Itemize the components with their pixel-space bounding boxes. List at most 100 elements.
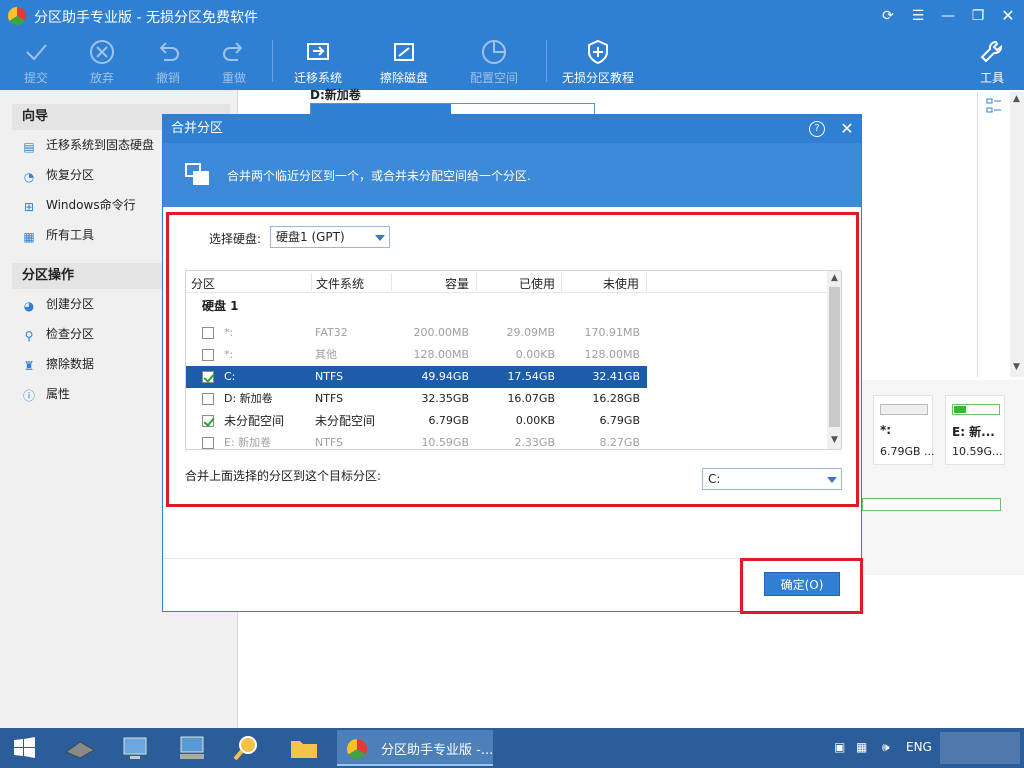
partition-card-unallocated[interactable]: *: 6.79GB ... (873, 395, 935, 465)
create-icon: ◕ (23, 299, 35, 313)
cell-filesystem: NTFS (315, 370, 344, 383)
volume-icon[interactable]: 🕪 (882, 740, 890, 755)
row-checkbox[interactable] (202, 415, 214, 427)
sidebar-item-windows-cmd[interactable]: ⊞ Windows命令行 (22, 194, 136, 216)
action-center-icon[interactable]: ▣ (834, 740, 845, 754)
partition-card-e[interactable]: E: 新... 10.59G... (945, 395, 1005, 465)
migrate-os-button[interactable]: 迁移系统 (284, 32, 352, 90)
sidebar-item-label: 创建分区 (46, 297, 95, 311)
sidebar-item-wipe[interactable]: ♜ 擦除数据 (22, 353, 94, 375)
discard-button[interactable]: 放弃 (76, 32, 128, 90)
start-windows-icon[interactable] (4, 732, 44, 764)
cell-filesystem: NTFS (315, 436, 344, 449)
row-checkbox[interactable] (202, 349, 214, 361)
scroll-down-icon[interactable]: ▼ (827, 433, 841, 447)
main-scrollbar[interactable]: ▲ ▼ (1010, 92, 1024, 377)
col-used[interactable]: 已使用 (519, 275, 555, 292)
sidebar-item-create[interactable]: ◕ 创建分区 (22, 293, 94, 315)
table-row[interactable]: E: 新加卷 NTFS 10.59GB 2.33GB 8.27GB (186, 432, 826, 449)
disk-group-row: 硬盘 1 (186, 295, 826, 317)
redo-button[interactable]: 重做 (208, 32, 260, 90)
row-checkbox[interactable] (202, 327, 214, 339)
clock-area[interactable] (940, 732, 1020, 764)
cell-filesystem: 未分配空间 (315, 414, 376, 428)
sidebar-item-label: 检查分区 (46, 327, 95, 341)
table-scrollbar[interactable]: ▲ ▼ (827, 271, 841, 449)
list-view-icon[interactable] (986, 98, 1002, 114)
folder-icon[interactable] (284, 732, 324, 764)
wipe-disk-button[interactable]: 擦除磁盘 (370, 32, 438, 90)
col-partition[interactable]: 分区 (191, 275, 215, 292)
tutorial-button[interactable]: 无损分区教程 (556, 32, 640, 90)
table-header: 分区 文件系统 容量 已使用 未使用 (186, 271, 826, 293)
sidebar-item-all-tools[interactable]: ▦ 所有工具 (22, 224, 94, 246)
table-row[interactable]: 未分配空间 未分配空间 6.79GB 0.00KB 6.79GB (186, 410, 826, 432)
ok-button[interactable]: 确定(O) (764, 572, 840, 596)
partition-card-size: 6.79GB ... (880, 445, 935, 458)
cell-used: 0.00KB (515, 348, 555, 361)
target-partition-dropdown[interactable]: C: (702, 468, 842, 490)
maximize-icon[interactable]: ❐ (968, 6, 988, 26)
table-row[interactable]: D: 新加卷 NTFS 32.35GB 16.07GB 16.28GB (186, 388, 826, 410)
sidebar-item-properties[interactable]: ⓘ 属性 (22, 383, 70, 405)
cell-used: 2.33GB (514, 436, 555, 449)
scroll-up-icon[interactable]: ▲ (1013, 94, 1020, 104)
taskbar-active-app[interactable]: 分区助手专业版 -... (337, 730, 493, 766)
col-capacity[interactable]: 容量 (445, 275, 469, 292)
tools-button[interactable]: 工具 (970, 32, 1014, 90)
cell-free: 6.79GB (599, 414, 640, 427)
row-checkbox[interactable] (202, 437, 214, 449)
help-icon[interactable]: ? (809, 121, 825, 137)
cell-used: 0.00KB (515, 414, 555, 427)
scroll-up-icon[interactable]: ▲ (827, 271, 841, 285)
refresh-icon[interactable]: ⟳ (878, 6, 898, 26)
close-icon[interactable]: ✕ (998, 6, 1018, 26)
tools-icon: ▦ (23, 230, 35, 244)
scroll-down-icon[interactable]: ▼ (1013, 362, 1020, 372)
row-checkbox[interactable] (202, 393, 214, 405)
cell-free: 170.91MB (584, 326, 640, 339)
sidebar-item-migrate-ssd[interactable]: ▤ 迁移系统到固态硬盘 (22, 134, 154, 156)
cell-partition: *: (224, 326, 234, 339)
network-computer-icon[interactable] (116, 732, 156, 764)
commit-button[interactable]: 提交 (10, 32, 62, 90)
minimize-icon[interactable]: — (938, 6, 958, 26)
col-free[interactable]: 未使用 (603, 275, 639, 292)
sidebar-item-recover[interactable]: ◔ 恢复分区 (22, 164, 94, 186)
redo-label: 重做 (221, 71, 246, 85)
table-row[interactable]: *: 其他 128.00MB 0.00KB 128.00MB (186, 344, 826, 366)
cell-capacity: 49.94GB (421, 370, 469, 383)
cell-partition: D: 新加卷 (224, 392, 273, 405)
table-row-selected[interactable]: C: NTFS 49.94GB 17.54GB 32.41GB (186, 366, 647, 388)
discard-label: 放弃 (89, 71, 114, 85)
select-disk-value: 硬盘1 (GPT) (276, 230, 345, 244)
dialog-close-icon[interactable]: ✕ (837, 118, 857, 140)
disk2-bar[interactable] (862, 498, 1001, 511)
table-row[interactable]: *: FAT32 200.00MB 29.09MB 170.91MB (186, 322, 826, 344)
merge-partition-dialog: 合并分区 ? ✕ 合并两个临近分区到一个，或合并未分配空间给一个分区. 选择硬盘… (162, 114, 863, 614)
cell-partition: E: 新加卷 (224, 436, 272, 449)
undo-label: 撤销 (155, 71, 180, 85)
desktop-pc-icon[interactable] (172, 732, 212, 764)
select-disk-dropdown[interactable]: 硬盘1 (GPT) (270, 226, 390, 248)
col-filesystem[interactable]: 文件系统 (316, 275, 364, 292)
undo-button[interactable]: 撤销 (142, 32, 194, 90)
pie-chart-icon (482, 40, 506, 64)
migrate-label: 迁移系统 (293, 71, 342, 85)
row-checkbox[interactable] (202, 371, 214, 383)
sidebar-item-check[interactable]: ⚲ 检查分区 (22, 323, 94, 345)
select-disk-label: 选择硬盘: (209, 232, 262, 246)
menu-icon[interactable]: ☰ (908, 6, 928, 26)
cell-free: 128.00MB (584, 348, 640, 361)
display-icon[interactable]: ▦ (856, 740, 867, 754)
wipe-disk-icon (394, 43, 414, 61)
allocate-space-button[interactable]: 配置空间 (460, 32, 528, 90)
language-indicator[interactable]: ENG (906, 740, 932, 754)
hardware-icon[interactable] (60, 732, 100, 764)
chevron-down-icon (375, 235, 385, 241)
merge-icon (185, 163, 209, 185)
magnifier-icon[interactable] (226, 732, 266, 764)
scroll-thumb[interactable] (829, 287, 840, 427)
commit-label: 提交 (23, 71, 48, 85)
partition-card-bar (880, 404, 928, 415)
